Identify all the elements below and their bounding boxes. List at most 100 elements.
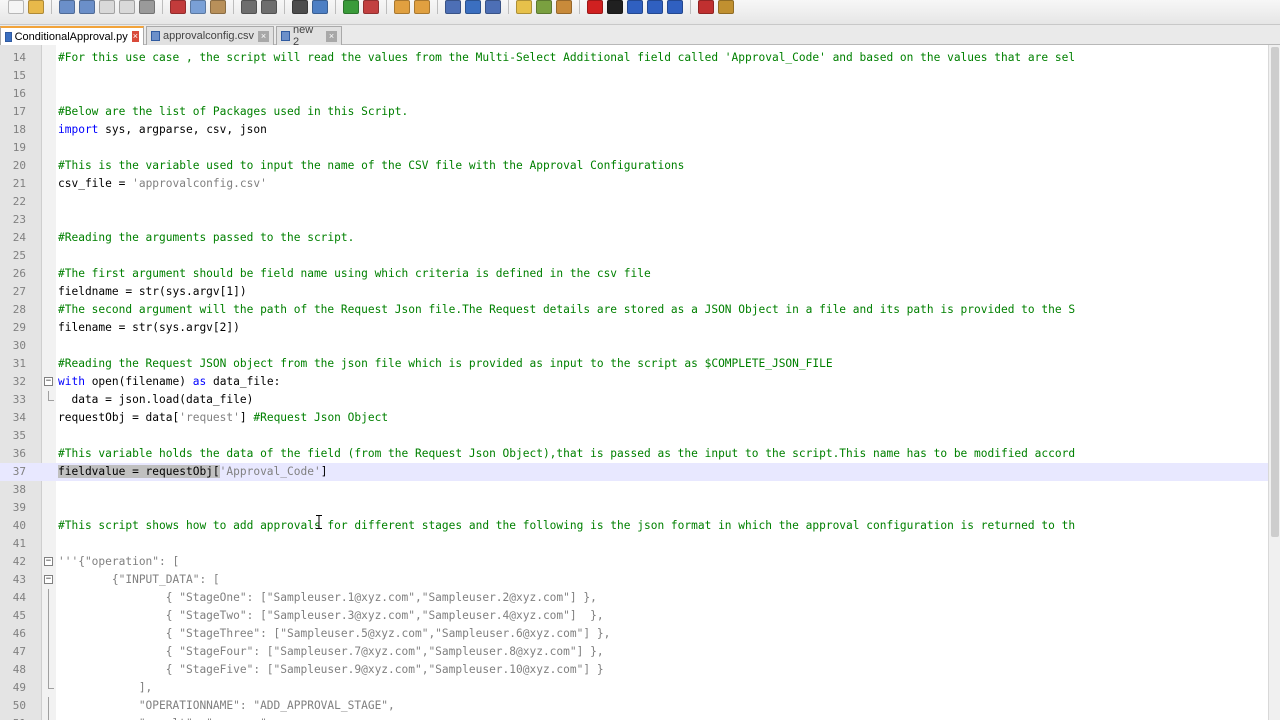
- zoom-in-icon[interactable]: [343, 0, 359, 14]
- fold-collapse-icon[interactable]: −: [44, 557, 53, 566]
- code-line[interactable]: 37 fieldvalue = requestObj['Approval_Code…: [0, 463, 1268, 481]
- code-text: { "StageTwo": ["Sampleuser.3@xyz.com","S…: [58, 607, 604, 625]
- function-list-icon[interactable]: [556, 0, 572, 14]
- play-macro-icon[interactable]: [627, 0, 643, 14]
- toolbar: [0, 0, 1280, 25]
- word-wrap-icon[interactable]: [445, 0, 461, 14]
- code-line[interactable]: 46 { "StageThree": ["Sampleuser.5@xyz.co…: [0, 625, 1268, 643]
- play-multiple-icon[interactable]: [647, 0, 663, 14]
- fold-collapse-icon[interactable]: −: [44, 575, 53, 584]
- save-macro-icon[interactable]: [667, 0, 683, 14]
- stop-macro-icon[interactable]: [607, 0, 623, 14]
- code-line[interactable]: 51 "result": "success",: [0, 715, 1268, 720]
- code-line[interactable]: 32 − with open(filename) as data_file:: [0, 373, 1268, 391]
- show-all-chars-icon[interactable]: [465, 0, 481, 14]
- zoom-out-icon[interactable]: [363, 0, 379, 14]
- code-text: #Below are the list of Packages used in …: [58, 103, 408, 121]
- tab-1[interactable]: approvalconfig.csv ×: [146, 26, 274, 45]
- code-line[interactable]: 34 requestObj = data['request'] #Request …: [0, 409, 1268, 427]
- code-text: ],: [58, 679, 152, 697]
- code-line[interactable]: 21 csv_file = 'approvalconfig.csv': [0, 175, 1268, 193]
- code-line[interactable]: 48 { "StageFive": ["Sampleuser.9@xyz.com…: [0, 661, 1268, 679]
- code-line[interactable]: 30: [0, 337, 1268, 355]
- code-token: #The second argument will the path of th…: [58, 303, 1076, 316]
- open-folder-icon[interactable]: [28, 0, 44, 14]
- indent-guide-icon[interactable]: [485, 0, 501, 14]
- scrollbar-thumb[interactable]: [1271, 47, 1279, 537]
- tab-2[interactable]: new 2 ×: [276, 24, 342, 48]
- save-icon[interactable]: [59, 0, 75, 14]
- save-all-icon[interactable]: [79, 0, 95, 14]
- tab-close-icon[interactable]: ×: [326, 30, 338, 42]
- line-number: 47: [12, 645, 26, 658]
- code-token: as: [192, 375, 207, 388]
- code-token: { "StageFour": ["Sampleuser.7@xyz.com","…: [58, 645, 604, 658]
- line-number: 25: [12, 249, 26, 262]
- fold-guide: [48, 589, 49, 607]
- vertical-scrollbar[interactable]: [1268, 45, 1280, 720]
- user-language-icon[interactable]: [516, 0, 532, 14]
- spell-settings-icon[interactable]: [718, 0, 734, 14]
- code-line[interactable]: 19: [0, 139, 1268, 157]
- code-line[interactable]: 18 import sys, argparse, csv, json: [0, 121, 1268, 139]
- code-line[interactable]: 40 #This script shows how to add approval…: [0, 517, 1268, 535]
- close-all-icon[interactable]: [119, 0, 135, 14]
- fold-collapse-icon[interactable]: −: [44, 377, 53, 386]
- sync-horizontal-icon[interactable]: [414, 0, 430, 14]
- record-macro-icon[interactable]: [587, 0, 603, 14]
- spell-check-icon[interactable]: [698, 0, 714, 14]
- code-line[interactable]: 15: [0, 67, 1268, 85]
- code-line[interactable]: 26 #The first argument should be field na…: [0, 265, 1268, 283]
- code-line[interactable]: 41: [0, 535, 1268, 553]
- code-line[interactable]: 47 { "StageFour": ["Sampleuser.7@xyz.com…: [0, 643, 1268, 661]
- cut-icon[interactable]: [170, 0, 186, 14]
- code-line[interactable]: 50 "OPERATIONNAME": "ADD_APPROVAL_STAGE"…: [0, 697, 1268, 715]
- tab-close-icon[interactable]: ×: [131, 31, 139, 42]
- code-line[interactable]: 17 #Below are the list of Packages used i…: [0, 103, 1268, 121]
- code-line[interactable]: 24 #Reading the arguments passed to the s…: [0, 229, 1268, 247]
- copy-icon[interactable]: [190, 0, 206, 14]
- replace-icon[interactable]: [312, 0, 328, 14]
- code-line[interactable]: 27 fieldname = str(sys.argv[1]): [0, 283, 1268, 301]
- redo-icon[interactable]: [261, 0, 277, 14]
- code-line[interactable]: 23: [0, 211, 1268, 229]
- code-line[interactable]: 39: [0, 499, 1268, 517]
- code-token: #This is the variable used to input the …: [58, 159, 685, 172]
- paste-icon[interactable]: [210, 0, 226, 14]
- line-number: 49: [12, 681, 26, 694]
- code-line[interactable]: 31 #Reading the Request JSON object from …: [0, 355, 1268, 373]
- code-line[interactable]: 49 ],: [0, 679, 1268, 697]
- close-icon[interactable]: [99, 0, 115, 14]
- find-icon[interactable]: [292, 0, 308, 14]
- code-line[interactable]: 29 filename = str(sys.argv[2]): [0, 319, 1268, 337]
- code-line[interactable]: 36 #This variable holds the data of the f…: [0, 445, 1268, 463]
- code-lines[interactable]: 14 #For this use case , the script will r…: [0, 49, 1268, 720]
- code-line[interactable]: 14 #For this use case , the script will r…: [0, 49, 1268, 67]
- code-line[interactable]: 38: [0, 481, 1268, 499]
- code-token: sys, argparse, csv, json: [98, 123, 267, 136]
- code-line[interactable]: 16: [0, 85, 1268, 103]
- code-line[interactable]: 25: [0, 247, 1268, 265]
- line-number: 15: [12, 69, 26, 82]
- tab-0[interactable]: ConditionalApproval.py ×: [0, 26, 144, 45]
- line-number: 45: [12, 609, 26, 622]
- code-line[interactable]: 28 #The second argument will the path of …: [0, 301, 1268, 319]
- line-number: 44: [12, 591, 26, 604]
- code-line[interactable]: 42 − '''{"operation": [: [0, 553, 1268, 571]
- doc-map-icon[interactable]: [536, 0, 552, 14]
- code-line[interactable]: 44 { "StageOne": ["Sampleuser.1@xyz.com"…: [0, 589, 1268, 607]
- code-editor[interactable]: 14 #For this use case , the script will r…: [0, 45, 1268, 720]
- code-line[interactable]: 43 − {"INPUT_DATA": [: [0, 571, 1268, 589]
- line-number: 26: [12, 267, 26, 280]
- undo-icon[interactable]: [241, 0, 257, 14]
- code-line[interactable]: 35: [0, 427, 1268, 445]
- code-line[interactable]: 20 #This is the variable used to input th…: [0, 157, 1268, 175]
- code-line[interactable]: 33 data = json.load(data_file): [0, 391, 1268, 409]
- new-file-icon[interactable]: [8, 0, 24, 14]
- sync-vertical-icon[interactable]: [394, 0, 410, 14]
- code-line[interactable]: 22: [0, 193, 1268, 211]
- fold-guide: [48, 697, 49, 715]
- tab-close-icon[interactable]: ×: [258, 30, 269, 42]
- code-line[interactable]: 45 { "StageTwo": ["Sampleuser.3@xyz.com"…: [0, 607, 1268, 625]
- print-icon[interactable]: [139, 0, 155, 14]
